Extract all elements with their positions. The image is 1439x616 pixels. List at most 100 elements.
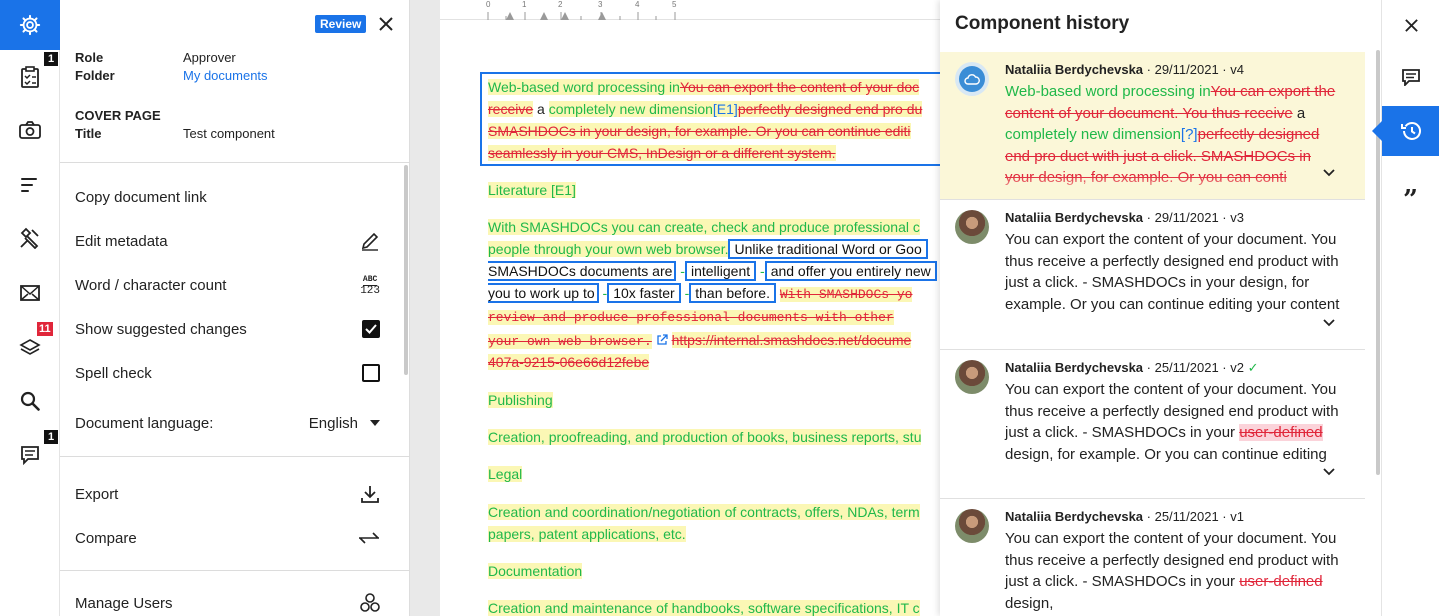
comment-box[interactable]: Unlike traditional Word or Goo — [728, 239, 928, 259]
meta-folder: Folder My documents — [75, 68, 268, 83]
spell-check-checkbox[interactable] — [362, 364, 380, 382]
list-icon — [21, 178, 37, 192]
menu-label: Compare — [75, 529, 137, 547]
comment-icon — [21, 446, 39, 465]
history-scrollbar[interactable] — [1376, 50, 1380, 475]
chevron-down-icon — [1323, 319, 1335, 327]
plain-text: design, — [1005, 594, 1054, 612]
word-count-item[interactable]: Word / character count ABC 123 — [75, 273, 380, 297]
comment-box[interactable]: intelligent — [684, 261, 757, 281]
settings-rail-button[interactable] — [0, 0, 70, 50]
folder-link[interactable]: My documents — [183, 68, 268, 83]
comments-rail-button[interactable]: 1 — [0, 430, 60, 480]
avatar — [955, 509, 989, 543]
compare-item[interactable]: Compare — [75, 526, 380, 550]
deleted-link: 407a-9215-06e66d12febe — [488, 354, 650, 370]
history-entry-v2[interactable]: Nataliia Berdychevska · 25/11/2021 · v2 … — [940, 350, 1365, 499]
doc-line: people through your own web browser. Unli… — [488, 238, 928, 260]
settings-scrollbar[interactable] — [404, 165, 408, 375]
meta-cover-page: COVER PAGE — [75, 108, 161, 123]
spell-check-item[interactable]: Spell check — [75, 361, 380, 385]
right-rail: „ — [1372, 0, 1439, 616]
chevron-down-icon — [1323, 169, 1335, 177]
expand-entry-button[interactable] — [1323, 164, 1335, 180]
external-link-icon[interactable] — [656, 334, 668, 346]
heading-publishing: Publishing — [488, 392, 553, 408]
manage-users-item[interactable]: Manage Users — [75, 591, 380, 615]
history-panel-button[interactable] — [1372, 106, 1439, 156]
meta-key: Title — [75, 126, 102, 141]
history-entry-v3[interactable]: Nataliia Berdychevska · 29/11/2021 · v3 … — [940, 200, 1365, 350]
download-icon — [360, 484, 380, 504]
show-suggested-checkbox[interactable] — [362, 320, 380, 338]
doc-line: seamlessly in your CMS, InDesign or a di… — [488, 142, 836, 164]
inserted-text: completely new dimension — [548, 101, 713, 117]
plain-text: a — [533, 101, 549, 117]
history-entry-v1[interactable]: Nataliia Berdychevska · 25/11/2021 · v1 … — [940, 499, 1365, 616]
divider — [60, 456, 410, 457]
layers-icon — [19, 339, 41, 355]
doc-heading: Publishing — [488, 389, 553, 411]
deleted-text: You can export the content of your doc — [679, 79, 920, 95]
layers-rail-button[interactable]: 11 — [0, 322, 60, 372]
entry-meta: · 29/11/2021 · v4 — [1143, 62, 1244, 77]
mail-rail-button[interactable] — [0, 268, 60, 318]
edit-metadata-item[interactable]: Edit metadata — [75, 229, 380, 253]
tasks-rail-button[interactable]: 1 — [0, 52, 60, 102]
reference-marker[interactable]: [E1] — [712, 101, 738, 117]
avatar — [955, 62, 989, 96]
tools-rail-button[interactable] — [0, 213, 60, 263]
history-entry-v4[interactable]: Nataliia Berdychevska · 29/11/2021 · v4 … — [940, 52, 1365, 200]
comment-box[interactable]: you to work up to — [488, 283, 599, 303]
author-name: Nataliia Berdychevska — [1005, 360, 1144, 375]
fade-overlay — [940, 176, 1365, 199]
approved-check-icon: ✓ — [1247, 360, 1259, 375]
menu-label: Document language: — [75, 414, 214, 432]
copy-link-item[interactable]: Copy document link — [75, 185, 380, 209]
author-name: Nataliia Berdychevska — [1005, 62, 1144, 77]
tools-icon — [20, 227, 39, 249]
doc-line: SMASHDOCs documents are - intelligent - an… — [488, 260, 937, 282]
comments-panel-button[interactable] — [1382, 52, 1439, 102]
search-rail-button[interactable] — [0, 376, 60, 426]
expand-entry-button[interactable] — [1323, 463, 1335, 479]
deleted-text: review and produce professional document… — [488, 310, 894, 325]
deleted-text: your own web browser. — [488, 334, 652, 349]
menu-label: Edit metadata — [75, 232, 168, 250]
media-rail-button[interactable] — [0, 105, 60, 155]
toc-rail-button[interactable] — [0, 160, 60, 210]
doc-heading: Legal — [488, 463, 523, 485]
notes-badge: 1 — [44, 52, 58, 66]
chevron-down-icon — [1323, 468, 1335, 476]
inserted-text: papers, patent applications, etc. — [488, 526, 686, 542]
layers-badge: 11 — [37, 322, 53, 336]
close-settings-button[interactable] — [378, 14, 394, 36]
entry-header: Nataliia Berdychevska · 29/11/2021 · v3 — [1005, 210, 1244, 225]
comment-box[interactable]: than before. — [689, 283, 776, 303]
document-language-item: Document language: English — [75, 411, 380, 435]
comment-box[interactable]: SMASHDOCs documents are — [488, 261, 677, 281]
meta-key: Role — [75, 50, 104, 65]
meta-role: Role Approver — [75, 50, 236, 65]
inserted-text: people through your own web browser. — [488, 241, 729, 257]
entry-body: You can export the content of your docum… — [1005, 528, 1340, 614]
review-badge: Review — [315, 15, 367, 33]
comment-box[interactable]: 10x faster — [607, 283, 681, 303]
ruler: 0 1 2 3 4 5 — [440, 0, 940, 20]
inserted-text: Web-based word processing in — [1005, 83, 1211, 100]
wordcount-icon-bottom: 123 — [360, 284, 380, 297]
quotes-panel-button[interactable]: „ — [1382, 160, 1439, 210]
doc-line: review and produce professional document… — [488, 305, 894, 329]
show-suggested-changes-item[interactable]: Show suggested changes — [75, 317, 380, 341]
deleted-link[interactable]: https://internal.smashdocs.net/docume — [671, 332, 912, 348]
entry-meta: · 29/11/2021 · v3 — [1143, 210, 1244, 225]
export-item[interactable]: Export — [75, 482, 380, 506]
fade-overlay — [940, 316, 1365, 340]
fade-overlay — [940, 464, 1365, 488]
comment-box[interactable]: and offer you entirely new — [764, 261, 937, 281]
close-panel-button[interactable] — [1382, 0, 1439, 50]
expand-entry-button[interactable] — [1323, 314, 1335, 330]
doc-line: 407a-9215-06e66d12febe — [488, 351, 650, 373]
language-select[interactable]: English — [309, 415, 380, 432]
document-page[interactable]: 0 1 2 3 4 5 Web-based word processing in… — [440, 0, 940, 616]
